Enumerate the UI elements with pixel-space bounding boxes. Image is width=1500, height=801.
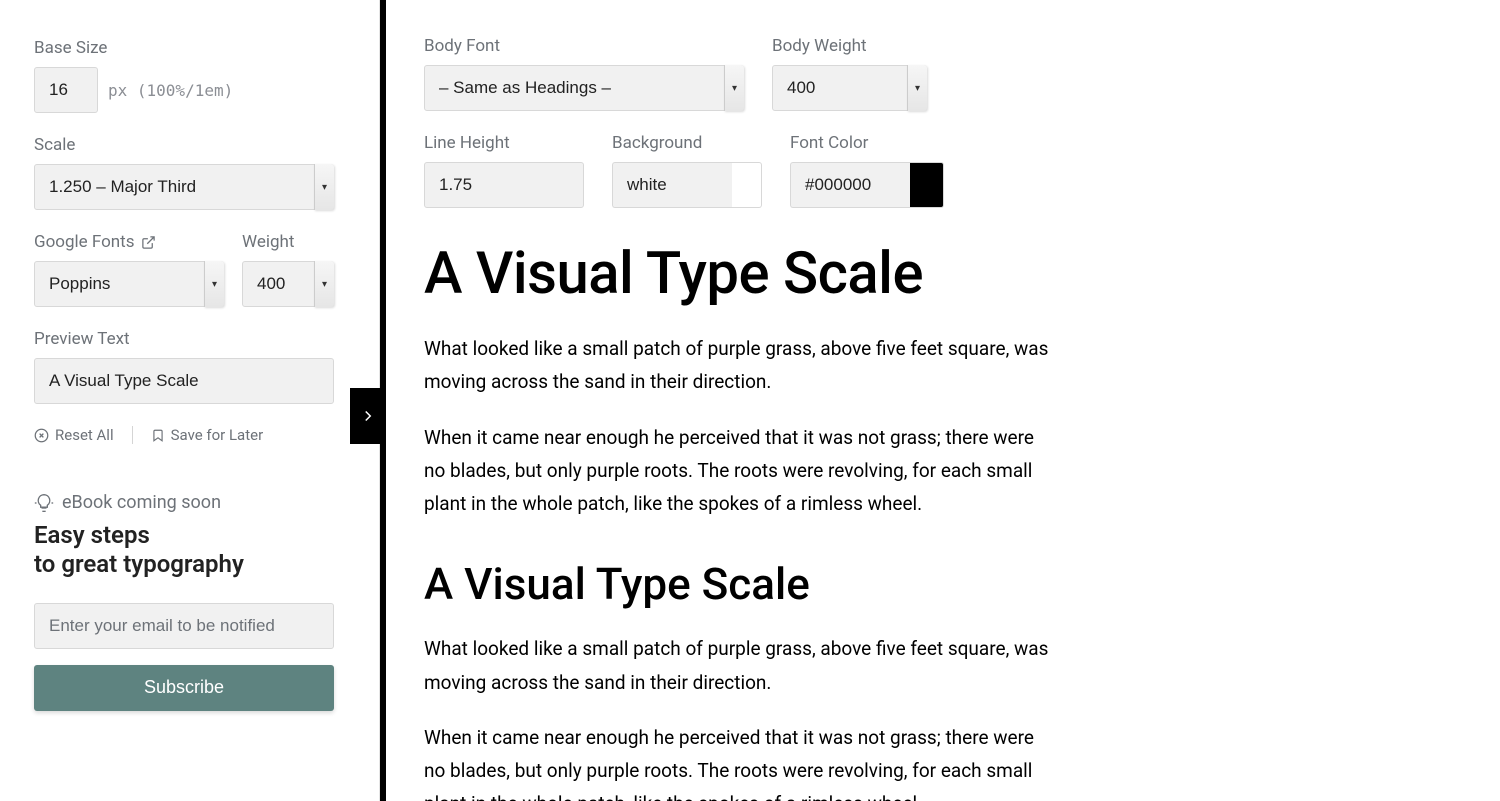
sidebar: Base Size px (100%/1em) Scale ▾ Google F…	[0, 0, 380, 801]
bookmark-icon	[151, 428, 165, 443]
font-color-swatch[interactable]	[910, 162, 944, 208]
preview-paragraph: What looked like a small patch of purple…	[424, 332, 1054, 399]
google-fonts-label-text: Google Fonts	[34, 232, 135, 252]
font-color-label: Font Color	[790, 133, 945, 153]
preview-paragraph: When it came near enough he perceived th…	[424, 421, 1054, 521]
chevron-down-icon[interactable]: ▾	[907, 65, 927, 111]
preview-text-input[interactable]	[34, 358, 334, 404]
font-color-input[interactable]	[790, 162, 910, 208]
save-for-later-label: Save for Later	[171, 426, 264, 444]
base-size-label: Base Size	[34, 38, 349, 58]
chevron-down-icon[interactable]: ▾	[204, 261, 224, 307]
preview-text-field: Preview Text	[34, 329, 349, 404]
ebook-title-line1: Easy steps	[34, 521, 349, 550]
lightbulb-icon	[34, 493, 54, 513]
close-circle-icon	[34, 428, 49, 443]
preview-text-label: Preview Text	[34, 329, 349, 349]
top-controls-row1: Body Font ▾ Body Weight ▾	[424, 36, 1456, 111]
background-input[interactable]	[612, 162, 732, 208]
google-fonts-label: Google Fonts	[34, 232, 224, 252]
main-panel: Body Font ▾ Body Weight ▾ Line Height Ba…	[380, 0, 1500, 801]
preview-heading-2: A Visual Type Scale	[424, 558, 1456, 610]
preview-heading-1: A Visual Type Scale	[424, 240, 1456, 308]
action-separator	[132, 426, 133, 444]
scale-select[interactable]	[34, 164, 334, 210]
preview-paragraph: When it came near enough he perceived th…	[424, 721, 1054, 801]
reset-all-label: Reset All	[55, 426, 114, 444]
chevron-down-icon[interactable]: ▾	[314, 164, 334, 210]
actions-row: Reset All Save for Later	[34, 426, 349, 444]
ebook-promo: eBook coming soon Easy steps to great ty…	[34, 492, 349, 711]
email-input[interactable]	[34, 603, 334, 649]
line-height-label: Line Height	[424, 133, 584, 153]
weight-label: Weight	[242, 232, 334, 252]
save-for-later-button[interactable]: Save for Later	[151, 426, 264, 444]
preview-paragraph: What looked like a small patch of purple…	[424, 632, 1054, 699]
chevron-down-icon[interactable]: ▾	[724, 65, 744, 111]
type-scale-preview: A Visual Type Scale What looked like a s…	[424, 240, 1456, 801]
background-label: Background	[612, 133, 762, 153]
line-height-input[interactable]	[424, 162, 584, 208]
body-weight-label: Body Weight	[772, 36, 927, 56]
body-font-select[interactable]	[424, 65, 744, 111]
external-link-icon[interactable]	[141, 235, 156, 250]
body-weight-select[interactable]	[772, 65, 927, 111]
base-size-input[interactable]	[34, 67, 98, 113]
ebook-title-line2: to great typography	[34, 550, 349, 579]
reset-all-button[interactable]: Reset All	[34, 426, 114, 444]
body-font-label: Body Font	[424, 36, 744, 56]
background-swatch[interactable]	[732, 162, 762, 208]
ebook-tag: eBook coming soon	[34, 492, 349, 513]
base-size-hint: px (100%/1em)	[108, 81, 233, 100]
chevron-right-icon	[359, 407, 377, 425]
ebook-tag-text: eBook coming soon	[62, 492, 221, 513]
font-weight-row: Google Fonts ▾ Weight ▾	[34, 232, 349, 307]
scale-field: Scale ▾	[34, 135, 349, 210]
collapse-toggle[interactable]	[350, 388, 386, 444]
chevron-down-icon[interactable]: ▾	[314, 261, 334, 307]
subscribe-button[interactable]: Subscribe	[34, 665, 334, 711]
base-size-field: Base Size px (100%/1em)	[34, 38, 349, 113]
ebook-title: Easy steps to great typography	[34, 521, 349, 579]
google-fonts-select[interactable]	[34, 261, 224, 307]
top-controls-row2: Line Height Background Font Color	[424, 133, 1456, 208]
scale-label: Scale	[34, 135, 349, 155]
